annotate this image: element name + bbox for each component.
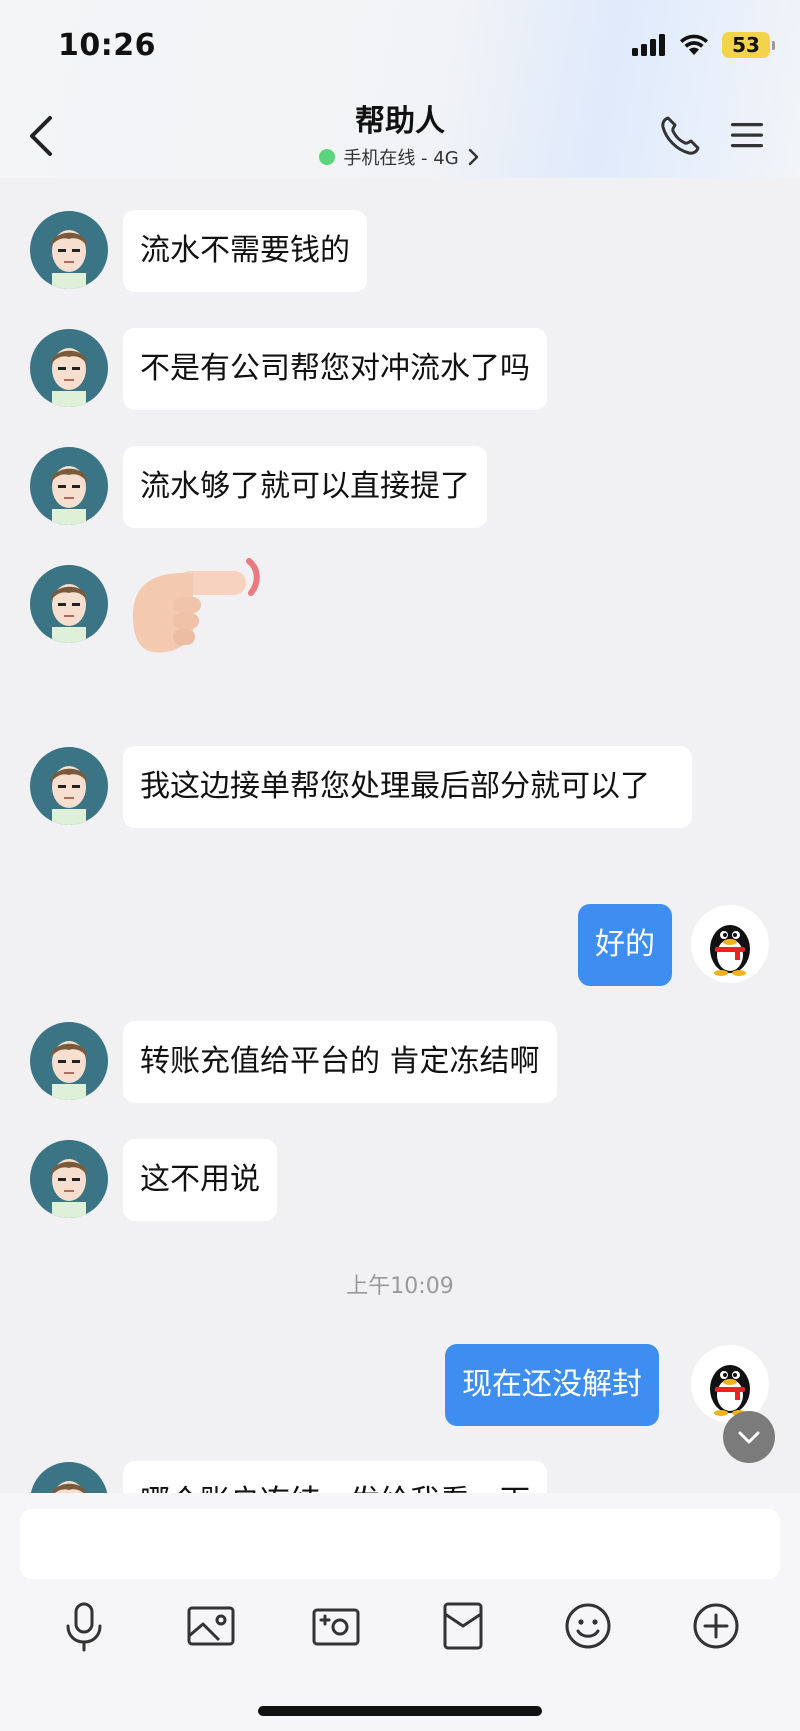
menu-icon[interactable] <box>728 116 766 154</box>
phone-call-icon[interactable] <box>658 114 702 158</box>
incoming-message[interactable]: 流水不需要钱的 <box>123 210 367 292</box>
status-icons: 53 <box>632 32 775 58</box>
online-dot-icon <box>319 149 336 165</box>
cartoon-man-avatar-icon <box>50 230 88 289</box>
battery-indicator: 53 <box>722 32 775 58</box>
composer <box>0 1493 800 1731</box>
contact-avatar[interactable] <box>30 211 108 289</box>
contact-avatar[interactable] <box>30 747 108 825</box>
chevron-down-icon <box>738 1431 760 1444</box>
incoming-message[interactable]: 转账充值给平台的 肯定冻结啊 <box>123 1021 557 1103</box>
outgoing-message[interactable]: 现在还没解封 <box>445 1344 659 1426</box>
image-icon[interactable] <box>183 1598 239 1654</box>
chat-header: 10:26 53 帮助人 手机在线 - 4G <box>0 0 800 178</box>
message-input[interactable] <box>20 1509 780 1579</box>
time-separator: 上午10:09 <box>346 1274 454 1299</box>
home-indicator <box>258 1706 542 1716</box>
wifi-icon <box>680 34 708 55</box>
cartoon-man-avatar-icon <box>50 1159 88 1218</box>
chevron-right-icon <box>468 148 478 166</box>
outgoing-message[interactable]: 好的 <box>578 904 672 986</box>
cartoon-man-avatar-icon <box>50 766 88 825</box>
cartoon-man-avatar-icon <box>50 466 88 525</box>
contact-avatar[interactable] <box>30 565 108 643</box>
incoming-message[interactable]: 不是有公司帮您对冲流水了吗 <box>123 328 547 410</box>
scroll-to-bottom-button[interactable] <box>723 1411 775 1463</box>
contact-avatar[interactable] <box>30 1022 108 1100</box>
microphone-icon[interactable] <box>56 1598 112 1654</box>
emoji-icon[interactable] <box>560 1598 616 1654</box>
presence-text: 手机在线 - 4G <box>343 148 459 169</box>
camera-icon[interactable] <box>308 1598 364 1654</box>
penguin-avatar-icon <box>710 925 750 976</box>
status-time: 10:26 <box>58 28 156 63</box>
incoming-message[interactable]: 流水够了就可以直接提了 <box>123 446 487 528</box>
incoming-message[interactable]: 我这边接单帮您处理最后部分就可以了 <box>123 746 692 828</box>
cartoon-man-avatar-icon <box>50 348 88 407</box>
cartoon-man-avatar-icon <box>50 584 88 643</box>
red-packet-icon[interactable] <box>435 1598 491 1654</box>
signal-icon <box>632 34 665 56</box>
contact-avatar[interactable] <box>30 329 108 407</box>
contact-avatar[interactable] <box>30 1140 108 1218</box>
cartoon-man-avatar-icon <box>50 1041 88 1100</box>
contact-avatar[interactable] <box>30 447 108 525</box>
pointing-finger-emoji-icon[interactable] <box>123 555 268 660</box>
incoming-message[interactable]: 这不用说 <box>123 1139 277 1221</box>
plus-icon[interactable] <box>688 1598 744 1654</box>
my-avatar[interactable] <box>691 905 769 983</box>
